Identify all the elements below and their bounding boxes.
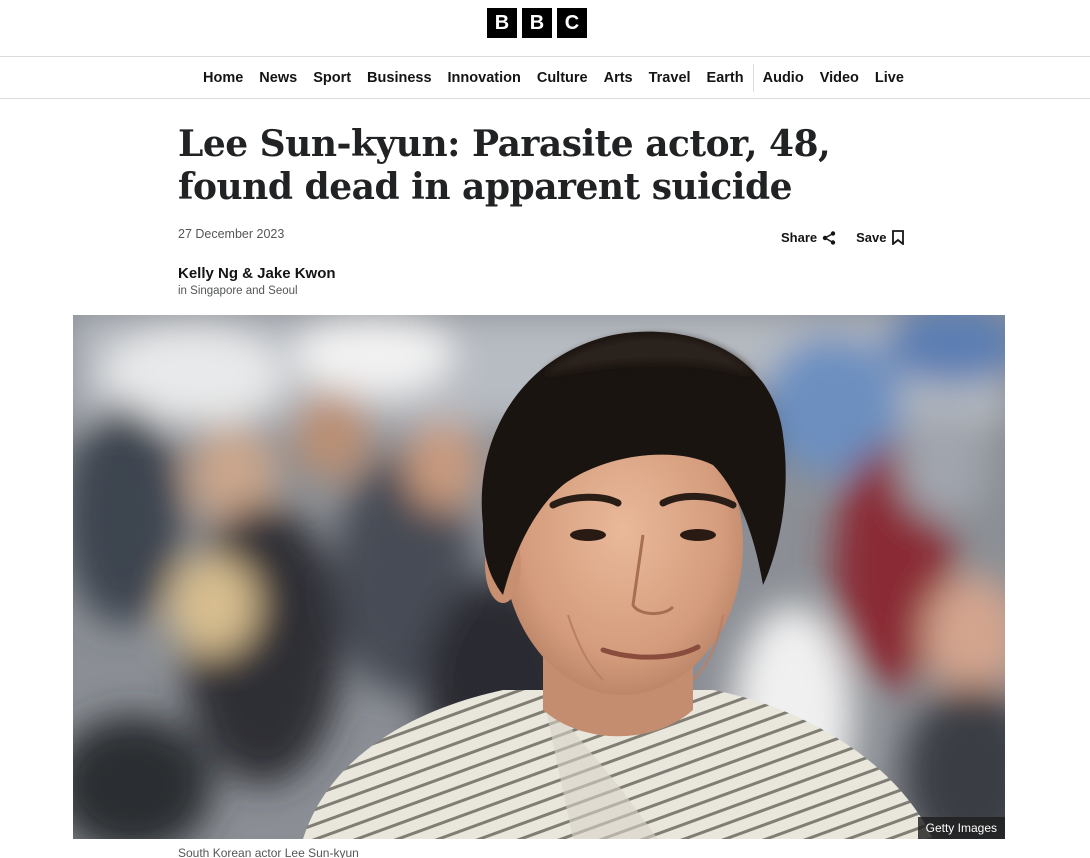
hero-photo	[73, 315, 1005, 839]
image-caption: South Korean actor Lee Sun-kyun	[178, 846, 359, 858]
logo-block-c: C	[557, 8, 587, 38]
nav-item-audio[interactable]: Audio	[755, 57, 812, 99]
nav-item-business[interactable]: Business	[359, 57, 439, 99]
save-label: Save	[856, 230, 887, 245]
nav-item-video[interactable]: Video	[812, 57, 867, 99]
byline-author[interactable]: Kelly Ng & Jake Kwon	[178, 265, 336, 282]
article-actions: Share Save	[781, 230, 904, 245]
nav-item-live[interactable]: Live	[867, 57, 912, 99]
share-label: Share	[781, 230, 818, 245]
nav-item-innovation[interactable]: Innovation	[440, 57, 529, 99]
article-date: 27 December 2023	[178, 227, 285, 241]
nav-item-earth[interactable]: Earth	[699, 57, 752, 99]
byline-location: in Singapore and Seoul	[178, 285, 298, 297]
article-headline: Lee Sun-kyun: Parasite actor, 48, found …	[178, 123, 831, 208]
nav-item-culture[interactable]: Culture	[529, 57, 596, 99]
logo-block-b2: B	[522, 8, 552, 38]
masthead: B B C	[0, 0, 1090, 57]
nav-item-news[interactable]: News	[251, 57, 305, 99]
main-navigation: Home News Sport Business Innovation Cult…	[0, 57, 1090, 99]
share-icon	[822, 230, 836, 245]
nav-item-travel[interactable]: Travel	[641, 57, 699, 99]
share-button[interactable]: Share	[781, 230, 836, 245]
nav-item-arts[interactable]: Arts	[596, 57, 641, 99]
bookmark-icon	[891, 230, 904, 245]
save-button[interactable]: Save	[856, 230, 904, 245]
image-credit: Getty Images	[917, 817, 1005, 839]
nav-divider	[752, 64, 754, 92]
logo-block-b1: B	[487, 8, 517, 38]
bbc-logo[interactable]: B B C	[487, 8, 587, 38]
nav-item-sport[interactable]: Sport	[305, 57, 359, 99]
hero-image: Getty Images	[73, 315, 1005, 839]
nav-list: Home News Sport Business Innovation Cult…	[195, 57, 912, 99]
nav-item-home[interactable]: Home	[195, 57, 251, 99]
